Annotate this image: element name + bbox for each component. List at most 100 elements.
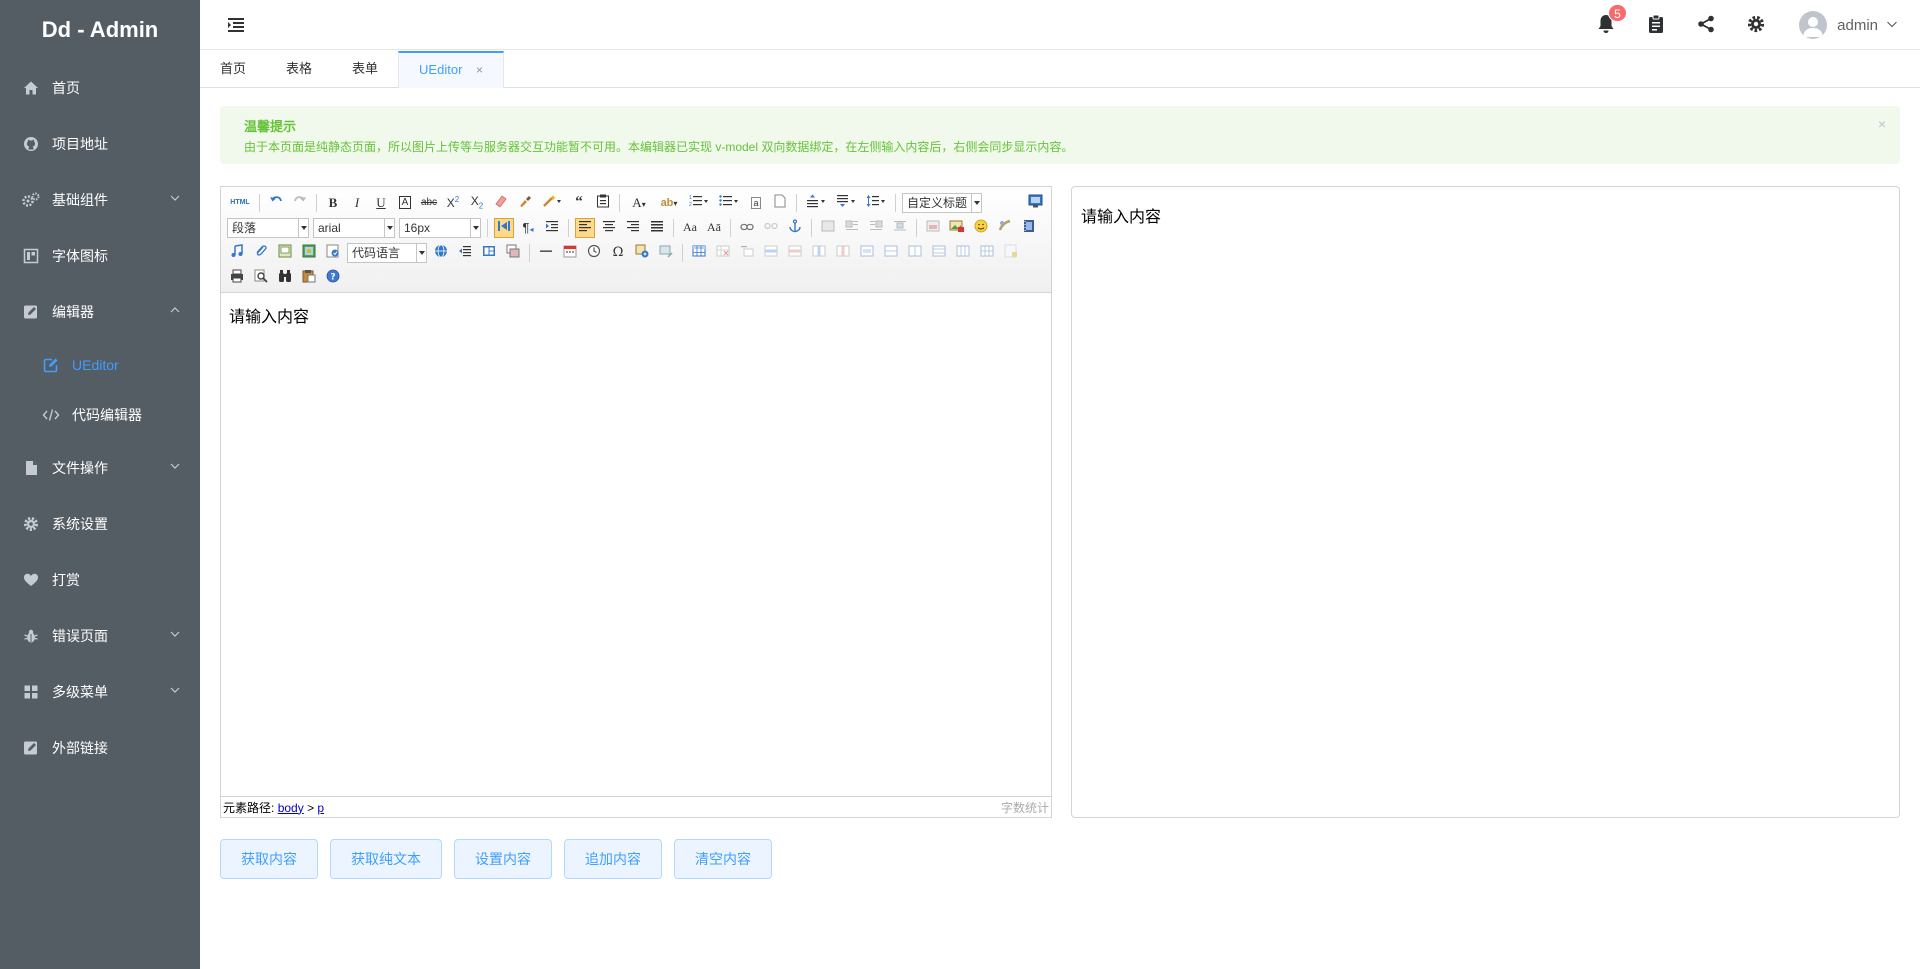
source-code-button[interactable]: HTML (227, 193, 253, 213)
sidebar-item-code-editor[interactable]: 代码编辑器 (0, 390, 200, 440)
sidebar-item-basic-components[interactable]: 基础组件 (0, 172, 200, 228)
blockquote-button[interactable]: “ (569, 193, 589, 213)
sidebar-item-file-operations[interactable]: 文件操作 (0, 440, 200, 496)
font-color-button[interactable]: A▾ (626, 193, 652, 213)
horizontal-rule-button[interactable] (536, 243, 556, 263)
insert-video-button[interactable] (1019, 218, 1039, 238)
align-center-button[interactable] (599, 218, 619, 238)
custom-heading-select[interactable]: 自定义标题 (902, 192, 982, 213)
help-button[interactable]: ? (323, 268, 343, 288)
sidebar-item-system-settings[interactable]: 系统设置 (0, 496, 200, 552)
split-to-cols-button[interactable] (953, 243, 973, 263)
insert-col-button[interactable] (809, 243, 829, 263)
italic-button[interactable]: I (347, 193, 367, 213)
sidebar-item-multi-level-menu[interactable]: 多级菜单 (0, 664, 200, 720)
settings-button[interactable] (1731, 0, 1781, 50)
auto-typeset-button[interactable] (539, 193, 565, 213)
sidebar-item-error-pages[interactable]: 错误页面 (0, 608, 200, 664)
image-none-button[interactable] (818, 218, 838, 238)
simple-upload-button[interactable] (923, 218, 943, 238)
sidebar-item-donate[interactable]: 打赏 (0, 552, 200, 608)
insert-time-button[interactable] (584, 243, 604, 263)
row-spacing-top-button[interactable] (803, 193, 829, 213)
image-center-button[interactable] (890, 218, 910, 238)
print-button[interactable] (227, 268, 247, 288)
background-color-button[interactable]: ab▾ (656, 193, 682, 213)
page-break-button[interactable] (431, 243, 451, 263)
element-path-body-link[interactable]: body (278, 801, 304, 815)
music-button[interactable] (227, 243, 247, 263)
insert-table-button[interactable] (689, 243, 709, 263)
search-replace-button[interactable] (275, 268, 295, 288)
insert-code-button[interactable] (323, 243, 343, 263)
sidebar-item-ueditor[interactable]: UEditor (0, 340, 200, 390)
preview-button[interactable] (251, 268, 271, 288)
delete-table-button[interactable] (713, 243, 733, 263)
merge-down-button[interactable] (905, 243, 925, 263)
get-plain-text-button[interactable]: 获取纯文本 (330, 839, 442, 879)
wordimage-button[interactable] (632, 243, 652, 263)
paragraph-select[interactable]: 段落 (227, 217, 309, 238)
share-button[interactable] (1681, 0, 1731, 50)
unlink-button[interactable] (761, 218, 781, 238)
sidebar-item-external-link[interactable]: 外部链接 (0, 720, 200, 776)
delete-row-button[interactable] (785, 243, 805, 263)
direction-ltr-button[interactable] (494, 217, 514, 238)
ordered-list-button[interactable]: 12 (686, 193, 712, 213)
font-border-button[interactable]: A (395, 193, 415, 213)
format-painter-button[interactable] (515, 193, 535, 213)
fullscreen-button[interactable] (1025, 193, 1045, 213)
insert-frame-button[interactable] (275, 243, 295, 263)
editor-content[interactable]: 请输入内容 (221, 293, 1051, 796)
align-right-button[interactable] (623, 218, 643, 238)
image-left-button[interactable] (842, 218, 862, 238)
paste-plain-button[interactable] (593, 193, 613, 213)
element-path-p-link[interactable]: p (317, 801, 324, 815)
line-height-button[interactable] (863, 193, 889, 213)
template-button[interactable] (479, 243, 499, 263)
undo-button[interactable] (266, 193, 286, 213)
unordered-list-button[interactable] (716, 193, 742, 213)
special-char-button[interactable]: Ω (608, 243, 628, 263)
clear-content-button[interactable]: 清空内容 (674, 839, 772, 879)
sidebar-item-font-icons[interactable]: 字体图标 (0, 228, 200, 284)
bold-button[interactable]: B (323, 193, 343, 213)
scrawl-button[interactable] (995, 218, 1015, 238)
superscript-button[interactable]: X2 (443, 193, 463, 213)
split-to-rows-button[interactable] (929, 243, 949, 263)
align-justify-button[interactable] (647, 218, 667, 238)
strikethrough-button[interactable]: abc (419, 193, 439, 213)
to-uppercase-button[interactable]: Aa (680, 218, 700, 238)
emotion-button[interactable] (971, 218, 991, 238)
drafts-button[interactable] (299, 268, 319, 288)
row-spacing-bottom-button[interactable] (833, 193, 859, 213)
insert-paragraph-before-table-button[interactable] (737, 243, 757, 263)
tab-table[interactable]: 表格 (266, 51, 332, 88)
set-content-button[interactable]: 设置内容 (454, 839, 552, 879)
insert-slide-button[interactable] (503, 243, 523, 263)
split-to-cells-button[interactable] (977, 243, 997, 263)
insert-gmap-button[interactable] (299, 243, 319, 263)
insert-date-button[interactable] (560, 243, 580, 263)
merge-cells-button[interactable] (857, 243, 877, 263)
insert-row-button[interactable] (761, 243, 781, 263)
to-lowercase-button[interactable]: Aā (704, 218, 724, 238)
chart-button[interactable] (1001, 243, 1021, 263)
clear-doc-button[interactable] (770, 193, 790, 213)
background-button[interactable] (455, 243, 475, 263)
user-menu[interactable]: admin (1799, 11, 1898, 39)
tab-ueditor[interactable]: UEditor × (398, 51, 505, 88)
code-language-select[interactable]: 代码语言 (347, 242, 427, 263)
menu-toggle-icon[interactable] (226, 15, 246, 35)
sidebar-item-editor[interactable]: 编辑器 (0, 284, 200, 340)
close-icon[interactable]: × (476, 63, 483, 77)
attachment-button[interactable] (251, 243, 271, 263)
append-content-button[interactable]: 追加内容 (564, 839, 662, 879)
link-button[interactable] (737, 218, 757, 238)
merge-right-button[interactable] (881, 243, 901, 263)
font-size-select[interactable]: 16px (399, 217, 481, 238)
get-content-button[interactable]: 获取内容 (220, 839, 318, 879)
tab-form[interactable]: 表单 (332, 51, 398, 88)
remove-format-button[interactable] (491, 193, 511, 213)
close-icon[interactable]: × (1878, 116, 1886, 132)
